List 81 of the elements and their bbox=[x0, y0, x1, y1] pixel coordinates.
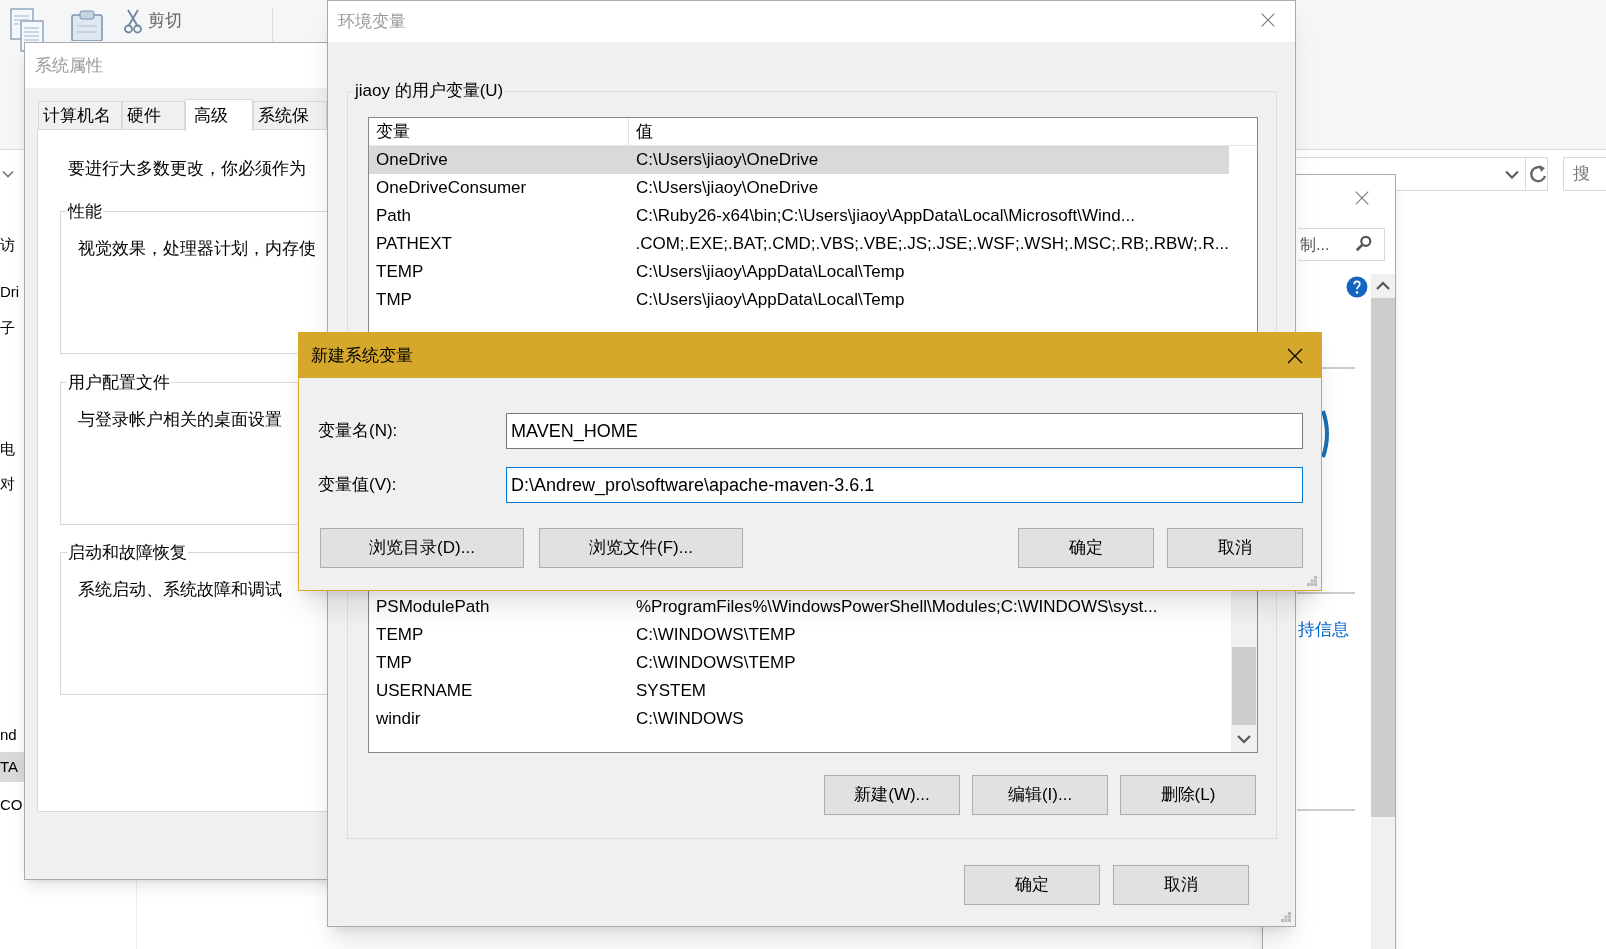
dialog-button[interactable]: 取消 bbox=[1113, 865, 1249, 905]
table-cell-text: PSModulePath bbox=[375, 596, 491, 619]
nav-item[interactable]: nd bbox=[0, 720, 24, 750]
table-cell-text: windir bbox=[375, 708, 422, 731]
scrollbar-thumb[interactable] bbox=[1232, 647, 1256, 725]
window-title: 系统属性 bbox=[35, 54, 103, 77]
table-row[interactable]: TMP C:\Users\jiaoy\AppData\Local\Temp bbox=[369, 286, 1229, 314]
resize-grip-icon bbox=[1307, 576, 1317, 586]
table-cell-text: TEMP bbox=[375, 624, 425, 647]
nav-item[interactable]: CO bbox=[0, 790, 24, 820]
search-icon[interactable] bbox=[1355, 235, 1373, 253]
table-cell-text: TMP bbox=[375, 289, 413, 312]
scroll-down-icon[interactable] bbox=[1237, 735, 1251, 744]
table-cell-text: TMP bbox=[375, 652, 413, 675]
table-cell-text: C:\Users\jiaoy\AppData\Local\Temp bbox=[635, 261, 905, 284]
nav-item[interactable]: 访 bbox=[0, 230, 24, 260]
table-row[interactable]: Path C:\Ruby26-x64\bin;C:\Users\jiaoy\AppData\Local\Microsoft\Wind... bbox=[369, 202, 1229, 230]
nav-item[interactable]: 子 bbox=[0, 313, 24, 343]
table-cell-text: .COM;.EXE;.BAT;.CMD;.VBS;.VBE;.JS;.JSE;.WSF;.WSH;.MSC;.RB;.RBW;.R... bbox=[634, 233, 1229, 256]
table-cell-text: C:\WINDOWS bbox=[635, 708, 744, 731]
search-field[interactable]: 制... bbox=[1298, 228, 1385, 261]
dialog-button[interactable]: 浏览目录(D)... bbox=[320, 528, 524, 568]
field-label: 变量名(N): bbox=[318, 420, 399, 443]
scrollbar-thumb[interactable] bbox=[1371, 298, 1395, 817]
table-cell-text: C:\Ruby26-x64\bin;C:\Users\jiaoy\AppData\Local\Microsoft\Wind... bbox=[635, 205, 1135, 228]
table-row[interactable]: PATHEXT .COM;.EXE;.BAT;.CMD;.VBS;.VBE;.JS;.JSE;.WSF;.WSH;.MSC;.RB;.RBW;.R... bbox=[369, 230, 1229, 258]
table-cell-text: C:\Users\jiaoy\OneDrive bbox=[635, 177, 819, 200]
nav-item[interactable]: TA bbox=[0, 752, 24, 782]
table-cell-text: OneDriveConsumer bbox=[375, 177, 528, 200]
nav-item[interactable]: 电 bbox=[0, 434, 24, 464]
help-icon[interactable] bbox=[1346, 276, 1368, 298]
table-cell-text: Path bbox=[375, 205, 412, 228]
tab[interactable]: 高级 bbox=[185, 99, 253, 131]
group-text: 与登录帐户相关的桌面设置 bbox=[78, 409, 282, 431]
dialog-button[interactable]: 确定 bbox=[964, 865, 1100, 905]
nav-item[interactable]: 对 bbox=[0, 469, 24, 499]
clipboard-icon[interactable] bbox=[70, 10, 104, 41]
scroll-up-icon[interactable] bbox=[1376, 281, 1390, 290]
table-row[interactable]: OneDrive C:\Users\jiaoy\OneDrive bbox=[369, 146, 1229, 174]
table-cell-text: C:\WINDOWS\TEMP bbox=[635, 624, 796, 647]
table-cell-text: C:\Users\jiaoy\AppData\Local\Temp bbox=[635, 289, 905, 312]
nav-item[interactable]: Dri bbox=[0, 277, 24, 307]
support-link[interactable]: 持信息 bbox=[1298, 617, 1349, 643]
text-field[interactable]: MAVEN_HOME bbox=[506, 413, 1303, 449]
action-button[interactable]: 编辑(I)... bbox=[972, 775, 1108, 815]
dialog-button[interactable]: 确定 bbox=[1018, 528, 1154, 568]
dialog-title: 新建系统变量 bbox=[311, 344, 413, 367]
scissors-icon bbox=[124, 8, 142, 34]
table-cell-text: %ProgramFiles%\WindowsPowerShell\Modules;C:\WINDOWS\syst... bbox=[635, 596, 1158, 619]
table-cell-text: C:\Users\jiaoy\OneDrive bbox=[635, 149, 819, 172]
text-field[interactable]: D:\Andrew_pro\software\apache-maven-3.6.1 bbox=[506, 467, 1303, 503]
chevron-down-icon[interactable] bbox=[1505, 170, 1519, 180]
table-cell-text: PATHEXT bbox=[375, 233, 453, 256]
close-icon[interactable] bbox=[1259, 11, 1277, 29]
tab[interactable]: 硬件 bbox=[122, 101, 185, 130]
intro-text: 要进行大多数更改，你必须作为 bbox=[68, 158, 306, 180]
group-text: 视觉效果，处理器计划，内存使 bbox=[78, 238, 316, 260]
table-row[interactable]: OneDriveConsumer C:\Users\jiaoy\OneDrive bbox=[369, 174, 1229, 202]
action-button[interactable]: 新建(W)... bbox=[824, 775, 960, 815]
table-cell-text: TEMP bbox=[375, 261, 425, 284]
table-cell-text: SYSTEM bbox=[635, 680, 706, 703]
resize-grip-icon bbox=[1281, 912, 1291, 922]
close-icon[interactable] bbox=[1353, 189, 1371, 207]
tab[interactable]: 计算机名 bbox=[38, 101, 122, 130]
table-cell-text: USERNAME bbox=[375, 680, 474, 703]
table-cell-text: C:\WINDOWS\TEMP bbox=[635, 652, 796, 675]
table-cell-text: OneDrive bbox=[375, 149, 449, 172]
refresh-icon[interactable] bbox=[1529, 164, 1547, 184]
field-label: 变量值(V): bbox=[318, 474, 398, 497]
dialog-button[interactable]: 取消 bbox=[1167, 528, 1303, 568]
window-title: 环境变量 bbox=[338, 10, 406, 33]
tab[interactable]: 系统保 bbox=[253, 101, 327, 130]
action-button[interactable]: 删除(L) bbox=[1120, 775, 1256, 815]
column-header[interactable]: 值 bbox=[629, 118, 1257, 145]
chevron-down-icon[interactable] bbox=[2, 170, 14, 178]
search-field[interactable]: 搜 bbox=[1563, 157, 1606, 191]
table-row[interactable]: TEMP C:\Users\jiaoy\AppData\Local\Temp bbox=[369, 258, 1229, 286]
group-text: 系统启动、系统故障和调试 bbox=[78, 579, 282, 601]
column-header[interactable]: 变量 bbox=[369, 118, 629, 145]
cut-label[interactable]: 剪切 bbox=[148, 8, 182, 34]
dialog-button[interactable]: 浏览文件(F)... bbox=[539, 528, 743, 568]
